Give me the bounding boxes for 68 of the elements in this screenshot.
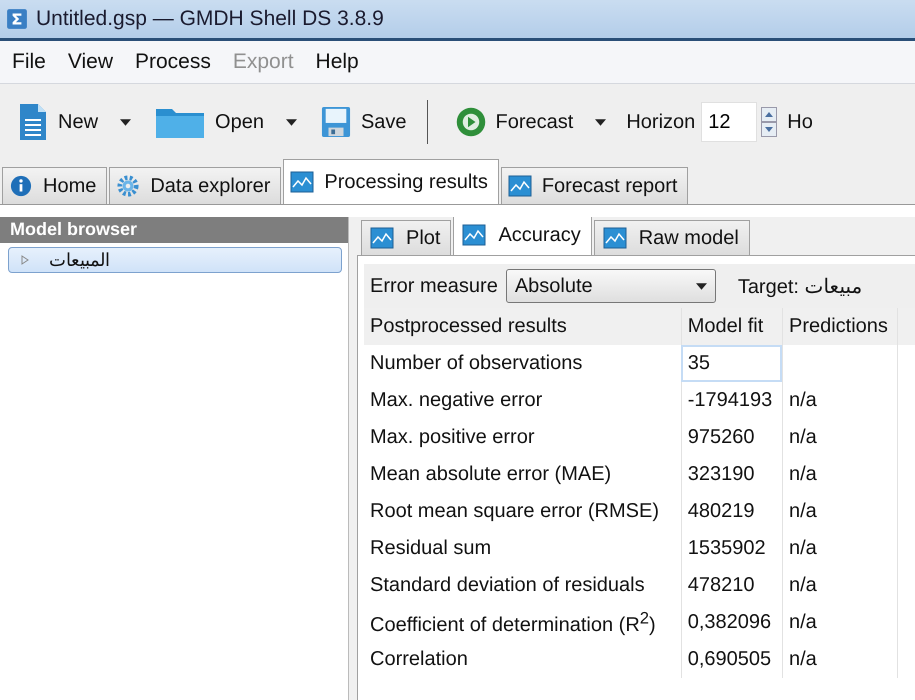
- spinner-icon[interactable]: [761, 107, 778, 137]
- toolbar-label: Ho: [787, 110, 813, 134]
- chart-icon: [462, 224, 486, 246]
- column-header: Model fit: [681, 308, 782, 345]
- app-icon: [6, 8, 28, 30]
- caret-icon[interactable]: [286, 118, 297, 126]
- table-cell: 35: [688, 352, 710, 374]
- table-cell: 480219: [688, 500, 754, 522]
- table-cell: Root mean square error (RMSE): [370, 500, 659, 522]
- table-cell: n/a: [788, 648, 817, 670]
- table-cell: Standard deviation of residuals: [370, 574, 645, 596]
- table-cell: 975260: [688, 426, 754, 448]
- panel-header: Model browser: [0, 217, 348, 243]
- chart-icon: [290, 171, 314, 193]
- tab[interactable]: Plot: [361, 220, 452, 255]
- table-cell: n/a: [788, 463, 817, 485]
- chart-icon: [370, 227, 394, 249]
- table-cell: Max. negative error: [370, 389, 542, 411]
- caret-icon[interactable]: [595, 118, 606, 126]
- table-cell: Correlation: [370, 648, 468, 670]
- target-label: Target: مبيعات: [738, 274, 863, 298]
- tab[interactable]: Processing results: [283, 159, 499, 204]
- table-cell: n/a: [788, 537, 817, 559]
- column-header: Postprocessed results: [364, 308, 682, 345]
- toolbar-button[interactable]: Open: [151, 103, 301, 141]
- tree-item[interactable]: المبيعات: [8, 247, 342, 273]
- tab[interactable]: Accuracy: [453, 217, 592, 255]
- info-icon: [9, 175, 33, 197]
- table-cell: n/a: [788, 611, 817, 633]
- table-cell: -1794193: [688, 389, 772, 411]
- table-cell: 323190: [688, 463, 754, 485]
- toolbar-button[interactable]: New: [14, 101, 136, 143]
- table-cell: n/a: [788, 389, 817, 411]
- window-title: Untitled.gsp — GMDH Shell DS 3.8.9: [36, 7, 384, 31]
- table-cell: n/a: [788, 574, 817, 596]
- column-header: Predictions: [782, 308, 898, 345]
- table-cell: Max. positive error: [370, 426, 534, 448]
- tab[interactable]: Home: [2, 167, 108, 204]
- menu-item[interactable]: View: [56, 50, 123, 74]
- horizon-label: Horizon: [626, 110, 696, 134]
- toolbar-button[interactable]: Save: [316, 101, 411, 143]
- table-cell: 0,382096: [688, 611, 772, 633]
- tab[interactable]: Forecast report: [500, 167, 688, 204]
- caret-icon: [696, 282, 707, 290]
- table-cell: n/a: [788, 426, 817, 448]
- tab[interactable]: Raw model: [594, 220, 750, 255]
- menu-item[interactable]: Process: [122, 50, 221, 74]
- table-cell: Mean absolute error (MAE): [370, 463, 612, 485]
- horizon-field[interactable]: 12: [701, 102, 758, 142]
- table-cell: n/a: [788, 500, 817, 522]
- document-icon: [18, 103, 48, 141]
- menu-item[interactable]: File: [0, 50, 56, 74]
- toolbar-button[interactable]: Forecast: [452, 101, 610, 143]
- gear-icon: [116, 175, 140, 197]
- table-cell: Residual sum: [370, 537, 492, 559]
- chart-icon: [602, 227, 627, 249]
- chart-icon: [508, 175, 532, 197]
- field-label: Error measure: [370, 274, 498, 298]
- table-cell: 478210: [688, 574, 754, 596]
- expand-icon[interactable]: [21, 255, 29, 265]
- menu-item[interactable]: Help: [304, 50, 369, 74]
- table-cell: Number of observations: [370, 352, 582, 374]
- tab[interactable]: Data explorer: [109, 167, 282, 204]
- caret-icon[interactable]: [120, 118, 132, 126]
- table-cell: Coefficient of determination (R$^{2}$): [370, 614, 656, 636]
- table-cell: 0,690505: [688, 648, 772, 670]
- table-cell: 1535902: [688, 537, 766, 559]
- error-measure-dropdown[interactable]: Absolute: [506, 269, 716, 303]
